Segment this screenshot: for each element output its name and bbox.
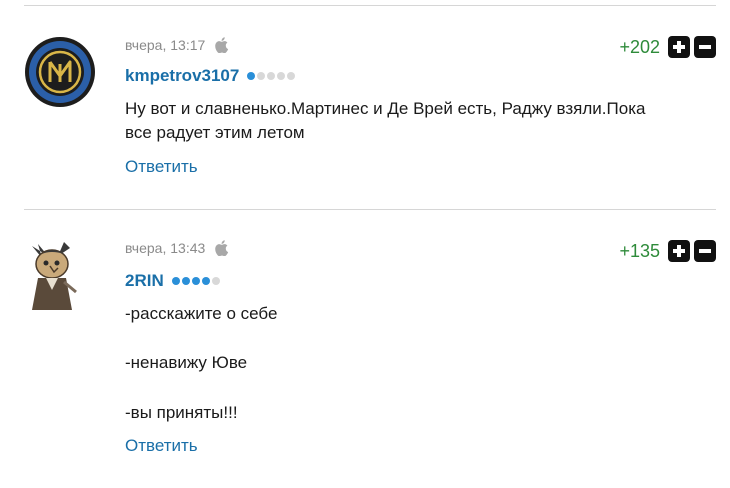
rank-dot [211, 277, 220, 285]
avatar[interactable] [24, 238, 80, 310]
rank-dot [287, 72, 296, 80]
rank-dot [277, 72, 286, 80]
reply-button[interactable]: Ответить [125, 157, 198, 177]
apple-icon [215, 37, 229, 53]
reply-button[interactable]: Ответить [125, 436, 198, 456]
rank-indicator [171, 277, 220, 285]
username-link[interactable]: 2RIN [125, 271, 164, 291]
score: +135 [619, 240, 660, 261]
rank-dot [191, 277, 200, 285]
comment-meta: вчера, 13:43 [125, 240, 229, 256]
comment-divider [24, 209, 716, 210]
vote-controls: +135 [619, 240, 716, 262]
comment-line: -расскажите о себе [125, 304, 278, 323]
username-link[interactable]: kmpetrov3107 [125, 66, 239, 86]
comment-meta: вчера, 13:17 [125, 37, 229, 53]
minus-icon [699, 249, 711, 253]
downvote-button[interactable] [694, 240, 716, 262]
vote-controls: +202 [619, 36, 716, 58]
timestamp: вчера, 13:17 [125, 37, 206, 53]
rank-dot [247, 72, 256, 80]
rank-dot [201, 277, 210, 285]
avatar[interactable] [24, 36, 96, 108]
apple-icon [215, 240, 229, 256]
rank-dot [171, 277, 180, 285]
comment-line: -вы приняты!!! [125, 403, 238, 422]
top-divider [24, 5, 716, 6]
rank-dot [257, 72, 266, 80]
inter-logo-icon [25, 37, 95, 107]
comment-line: -ненавижу Юве [125, 353, 248, 372]
username-row: 2RIN [125, 271, 220, 291]
upvote-button[interactable] [668, 240, 690, 262]
rank-indicator [247, 72, 296, 80]
cartoon-avatar-icon [24, 238, 80, 310]
timestamp: вчера, 13:43 [125, 240, 206, 256]
comment-line: все радует этим летом [125, 123, 305, 142]
upvote-button[interactable] [668, 36, 690, 58]
minus-icon [699, 45, 711, 49]
rank-dot [267, 72, 276, 80]
username-row: kmpetrov3107 [125, 66, 296, 86]
downvote-button[interactable] [694, 36, 716, 58]
comment-line: Ну вот и славненько.Мартинес и Де Врей е… [125, 99, 646, 118]
rank-dot [181, 277, 190, 285]
score: +202 [619, 36, 660, 57]
comment-text: Ну вот и славненько.Мартинес и Де Врей е… [125, 97, 645, 145]
